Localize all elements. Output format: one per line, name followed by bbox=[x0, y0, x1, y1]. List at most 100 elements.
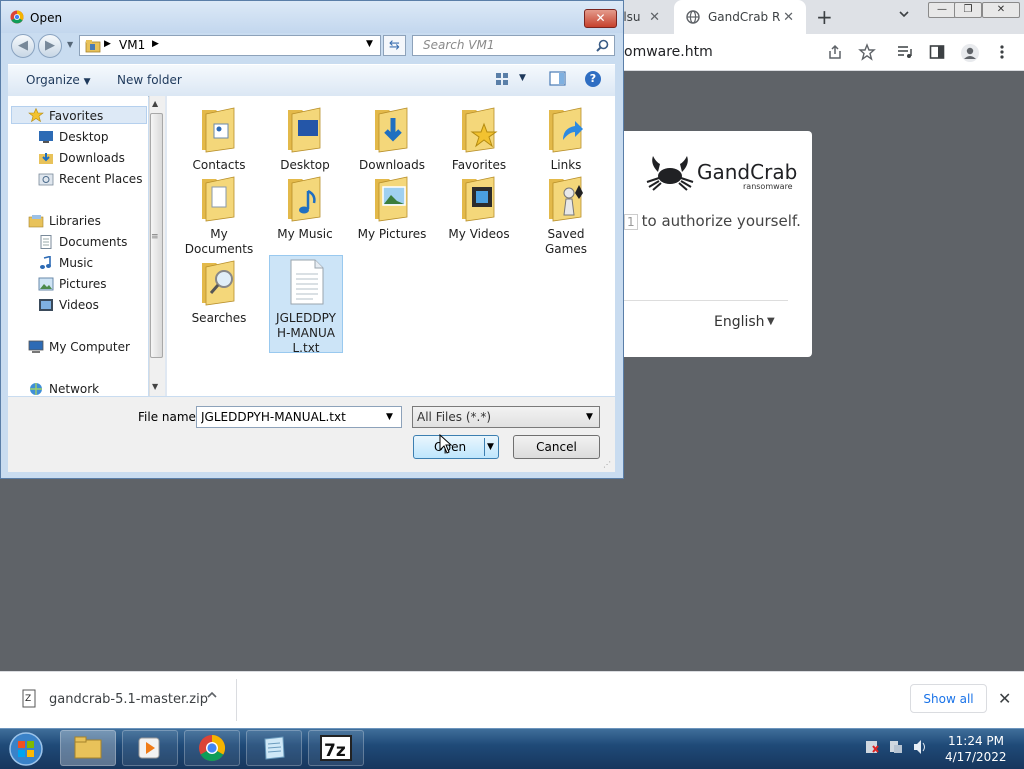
libraries-icon bbox=[28, 214, 44, 228]
help-icon[interactable]: ? bbox=[585, 71, 601, 87]
open-button[interactable]: Open ▼ bbox=[413, 435, 499, 459]
breadcrumb-vm1[interactable]: VM1 bbox=[119, 38, 145, 52]
search-placeholder[interactable]: Search VM1 bbox=[423, 38, 495, 52]
taskbar-7zip-button[interactable]: 7z bbox=[308, 730, 364, 766]
recent-pages-dropdown-icon[interactable]: ▼ bbox=[67, 40, 73, 49]
close-icon[interactable]: ✕ bbox=[783, 10, 794, 25]
close-icon[interactable]: ✕ bbox=[998, 689, 1011, 708]
chevron-down-icon[interactable] bbox=[898, 8, 910, 20]
browser-tab-active[interactable]: GandCrab Ra ✕ bbox=[674, 0, 806, 34]
downloads-icon bbox=[38, 151, 54, 165]
documents-icon bbox=[38, 235, 54, 249]
file-item-my-videos[interactable]: My Videos bbox=[442, 173, 516, 242]
side-panel-icon[interactable] bbox=[928, 43, 946, 61]
scroll-up-icon[interactable]: ▲ bbox=[152, 99, 158, 108]
file-item-downloads[interactable]: Downloads bbox=[355, 104, 429, 173]
organize-label: Organize bbox=[26, 73, 80, 87]
file-item-my-music[interactable]: My Music bbox=[268, 173, 342, 242]
nav-favorites[interactable]: Favorites bbox=[49, 109, 103, 123]
computer-folder-icon bbox=[85, 38, 101, 53]
show-all-button[interactable]: Show all bbox=[910, 684, 987, 713]
separator bbox=[236, 679, 237, 721]
caret-down-icon[interactable]: ▼ bbox=[586, 412, 593, 422]
split-divider bbox=[484, 438, 485, 456]
new-folder-button[interactable]: New folder bbox=[117, 73, 182, 87]
organize-button[interactable]: Organize ▼ bbox=[26, 73, 91, 87]
refresh-icon[interactable]: ⇆ bbox=[383, 35, 406, 56]
nav-documents[interactable]: Documents bbox=[59, 235, 127, 249]
taskbar-explorer-button[interactable] bbox=[60, 730, 116, 766]
minimize-icon[interactable]: — bbox=[928, 2, 956, 18]
caret-down-icon[interactable]: ▼ bbox=[767, 316, 775, 327]
taskbar-chrome-button[interactable] bbox=[184, 730, 240, 766]
svg-text:Z: Z bbox=[25, 694, 31, 704]
file-name-input[interactable] bbox=[196, 406, 402, 428]
close-window-icon[interactable]: ✕ bbox=[982, 2, 1020, 18]
restore-icon[interactable]: ❐ bbox=[954, 2, 982, 18]
computer-icon bbox=[28, 340, 44, 354]
file-item-favorites[interactable]: Favorites bbox=[442, 104, 516, 173]
scroll-down-icon[interactable]: ▼ bbox=[152, 382, 158, 391]
crab-logo-icon bbox=[644, 152, 696, 192]
nav-my-computer[interactable]: My Computer bbox=[49, 340, 130, 354]
star-icon[interactable] bbox=[858, 43, 876, 61]
file-item-my-pictures[interactable]: My Pictures bbox=[355, 173, 429, 242]
forward-arrow-icon[interactable]: ▶ bbox=[38, 34, 62, 58]
back-arrow-icon[interactable]: ◀ bbox=[11, 34, 35, 58]
file-item-my-documents[interactable]: My Documents bbox=[182, 173, 256, 257]
new-tab-button[interactable]: + bbox=[816, 5, 833, 29]
file-item-links[interactable]: Links bbox=[529, 104, 603, 173]
nav-videos[interactable]: Videos bbox=[59, 298, 99, 312]
nav-music[interactable]: Music bbox=[59, 256, 93, 270]
file-item-searches[interactable]: Searches bbox=[182, 257, 256, 326]
taskbar-notepad-button[interactable] bbox=[246, 730, 302, 766]
nav-downloads[interactable]: Downloads bbox=[59, 151, 125, 165]
nav-libraries[interactable]: Libraries bbox=[49, 214, 101, 228]
change-view-icon[interactable] bbox=[495, 71, 511, 87]
file-item-jgleddpyh-manual[interactable]: JGLEDDPYH-MANUAL.txt bbox=[269, 257, 343, 356]
address-dropdown-icon[interactable]: ▼ bbox=[366, 39, 373, 49]
gandcrab-logo-text: GandCrab bbox=[697, 160, 798, 184]
clock-date[interactable]: 4/17/2022 bbox=[945, 750, 1007, 764]
recent-places-icon bbox=[38, 172, 54, 186]
pictures-icon bbox=[38, 277, 54, 291]
mouse-cursor-icon bbox=[439, 434, 453, 454]
nav-network[interactable]: Network bbox=[49, 382, 99, 396]
favorites-folder-icon bbox=[462, 107, 498, 153]
start-button[interactable] bbox=[6, 731, 46, 767]
cancel-button[interactable]: Cancel bbox=[513, 435, 600, 459]
file-item-saved-games[interactable]: Saved Games bbox=[529, 173, 603, 257]
preview-pane-icon[interactable] bbox=[549, 71, 566, 86]
chevron-up-icon[interactable] bbox=[206, 690, 218, 700]
games-folder-icon bbox=[549, 176, 583, 222]
share-icon[interactable] bbox=[826, 43, 844, 61]
file-item-desktop[interactable]: Desktop bbox=[268, 104, 342, 173]
links-folder-icon bbox=[549, 107, 583, 153]
breadcrumb-separator-icon[interactable]: ▶ bbox=[104, 39, 111, 49]
resize-grip-icon[interactable]: ⋰ bbox=[603, 460, 611, 469]
profile-avatar-icon[interactable] bbox=[960, 43, 979, 62]
zip-file-icon: Z bbox=[20, 689, 38, 709]
language-select[interactable]: English bbox=[714, 314, 765, 330]
nav-desktop[interactable]: Desktop bbox=[59, 130, 109, 144]
taskbar-media-player-button[interactable] bbox=[122, 730, 178, 766]
media-queue-icon[interactable] bbox=[896, 43, 914, 61]
kebab-menu-icon[interactable] bbox=[996, 43, 1014, 61]
address-bar[interactable]: omware.htm bbox=[624, 44, 713, 60]
close-icon[interactable]: ✕ bbox=[584, 9, 617, 28]
caret-down-icon[interactable]: ▼ bbox=[487, 436, 494, 458]
clock-time[interactable]: 11:24 PM bbox=[948, 734, 1004, 748]
caret-down-icon[interactable]: ▼ bbox=[386, 412, 393, 422]
search-icon[interactable] bbox=[596, 39, 609, 52]
file-item-contacts[interactable]: Contacts bbox=[182, 104, 256, 173]
caret-down-icon[interactable]: ▼ bbox=[519, 73, 526, 83]
system-tray[interactable] bbox=[860, 738, 936, 756]
download-filename[interactable]: gandcrab-5.1-master.zip bbox=[49, 692, 208, 707]
nav-pictures[interactable]: Pictures bbox=[59, 277, 107, 291]
globe-icon bbox=[686, 10, 700, 24]
file-type-select[interactable]: All Files (*.*) bbox=[412, 406, 600, 428]
close-icon[interactable]: ✕ bbox=[649, 10, 660, 25]
breadcrumb-separator-icon[interactable]: ▶ bbox=[152, 39, 159, 49]
nav-recent-places[interactable]: Recent Places bbox=[59, 172, 142, 186]
searches-folder-icon bbox=[202, 260, 235, 306]
